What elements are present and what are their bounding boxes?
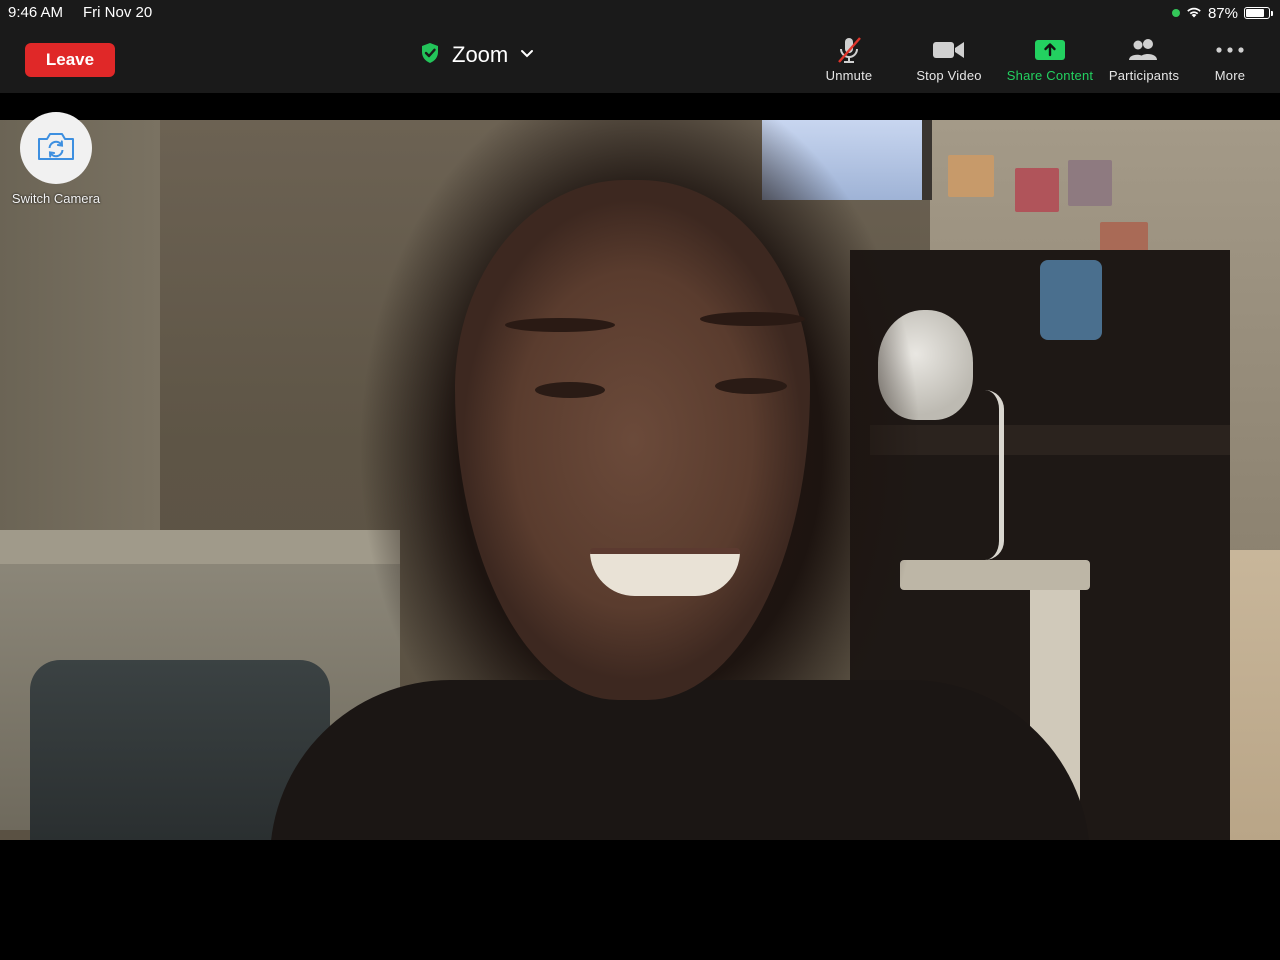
stop-video-button[interactable]: Stop Video: [912, 34, 986, 86]
share-content-button[interactable]: Share Content: [1002, 34, 1098, 86]
background-rail: [0, 530, 400, 564]
wifi-icon: [1186, 5, 1202, 22]
share-screen-icon: [1034, 34, 1066, 66]
participants-button[interactable]: Participants: [1104, 34, 1184, 86]
more-button[interactable]: More: [1206, 34, 1254, 86]
participant-eye: [535, 382, 605, 398]
participant-eye: [715, 378, 787, 394]
battery-level-fill: [1246, 9, 1265, 17]
switch-camera-label: Switch Camera: [11, 191, 101, 206]
meeting-toolbar: Leave Zoom Unmute Stop Video Share Conte…: [0, 26, 1280, 93]
participants-icon: [1127, 34, 1161, 66]
wall-picture: [1068, 160, 1112, 206]
stop-video-label: Stop Video: [916, 68, 982, 83]
participants-label: Participants: [1108, 68, 1180, 83]
wall-picture: [948, 155, 994, 197]
background-crib-rail: [900, 560, 1090, 590]
unmute-button[interactable]: Unmute: [820, 34, 878, 86]
participant-shirt: [270, 680, 1090, 840]
wall-picture: [1015, 168, 1059, 212]
meeting-title: Zoom: [452, 42, 509, 67]
status-right-group: 87%: [1171, 4, 1273, 22]
share-content-label: Share Content: [1006, 68, 1094, 83]
status-bar: 9:46 AM Fri Nov 20 87%: [0, 0, 1280, 26]
more-label: More: [1214, 68, 1246, 83]
background-container: [1040, 260, 1102, 340]
background-dresser-top: [870, 425, 1230, 455]
active-speaker-video[interactable]: [0, 120, 1280, 840]
shield-check-icon: [420, 42, 440, 69]
background-cable: [985, 390, 1004, 560]
video-bottom-letterbox: [0, 840, 1280, 960]
unmute-label: Unmute: [825, 68, 873, 83]
camera-in-use-indicator: [1171, 9, 1180, 17]
battery-icon: [1244, 7, 1273, 19]
participant-brow: [700, 312, 805, 326]
participant-smile: [590, 548, 740, 596]
status-time: 9:46 AM: [8, 4, 64, 21]
camera-rotate-icon: [35, 129, 77, 168]
switch-camera-button[interactable]: [20, 112, 92, 184]
microphone-muted-icon: [834, 34, 864, 66]
participant-brow: [505, 318, 615, 332]
video-top-letterbox: [0, 93, 1280, 120]
video-camera-icon: [932, 34, 966, 66]
battery-percent: 87%: [1207, 4, 1238, 22]
meeting-title-dropdown[interactable]: Zoom: [420, 40, 534, 70]
status-date: Fri Nov 20: [83, 4, 153, 21]
leave-button[interactable]: Leave: [25, 43, 115, 77]
more-dots-icon: [1215, 34, 1245, 66]
chevron-down-icon: [520, 46, 534, 64]
